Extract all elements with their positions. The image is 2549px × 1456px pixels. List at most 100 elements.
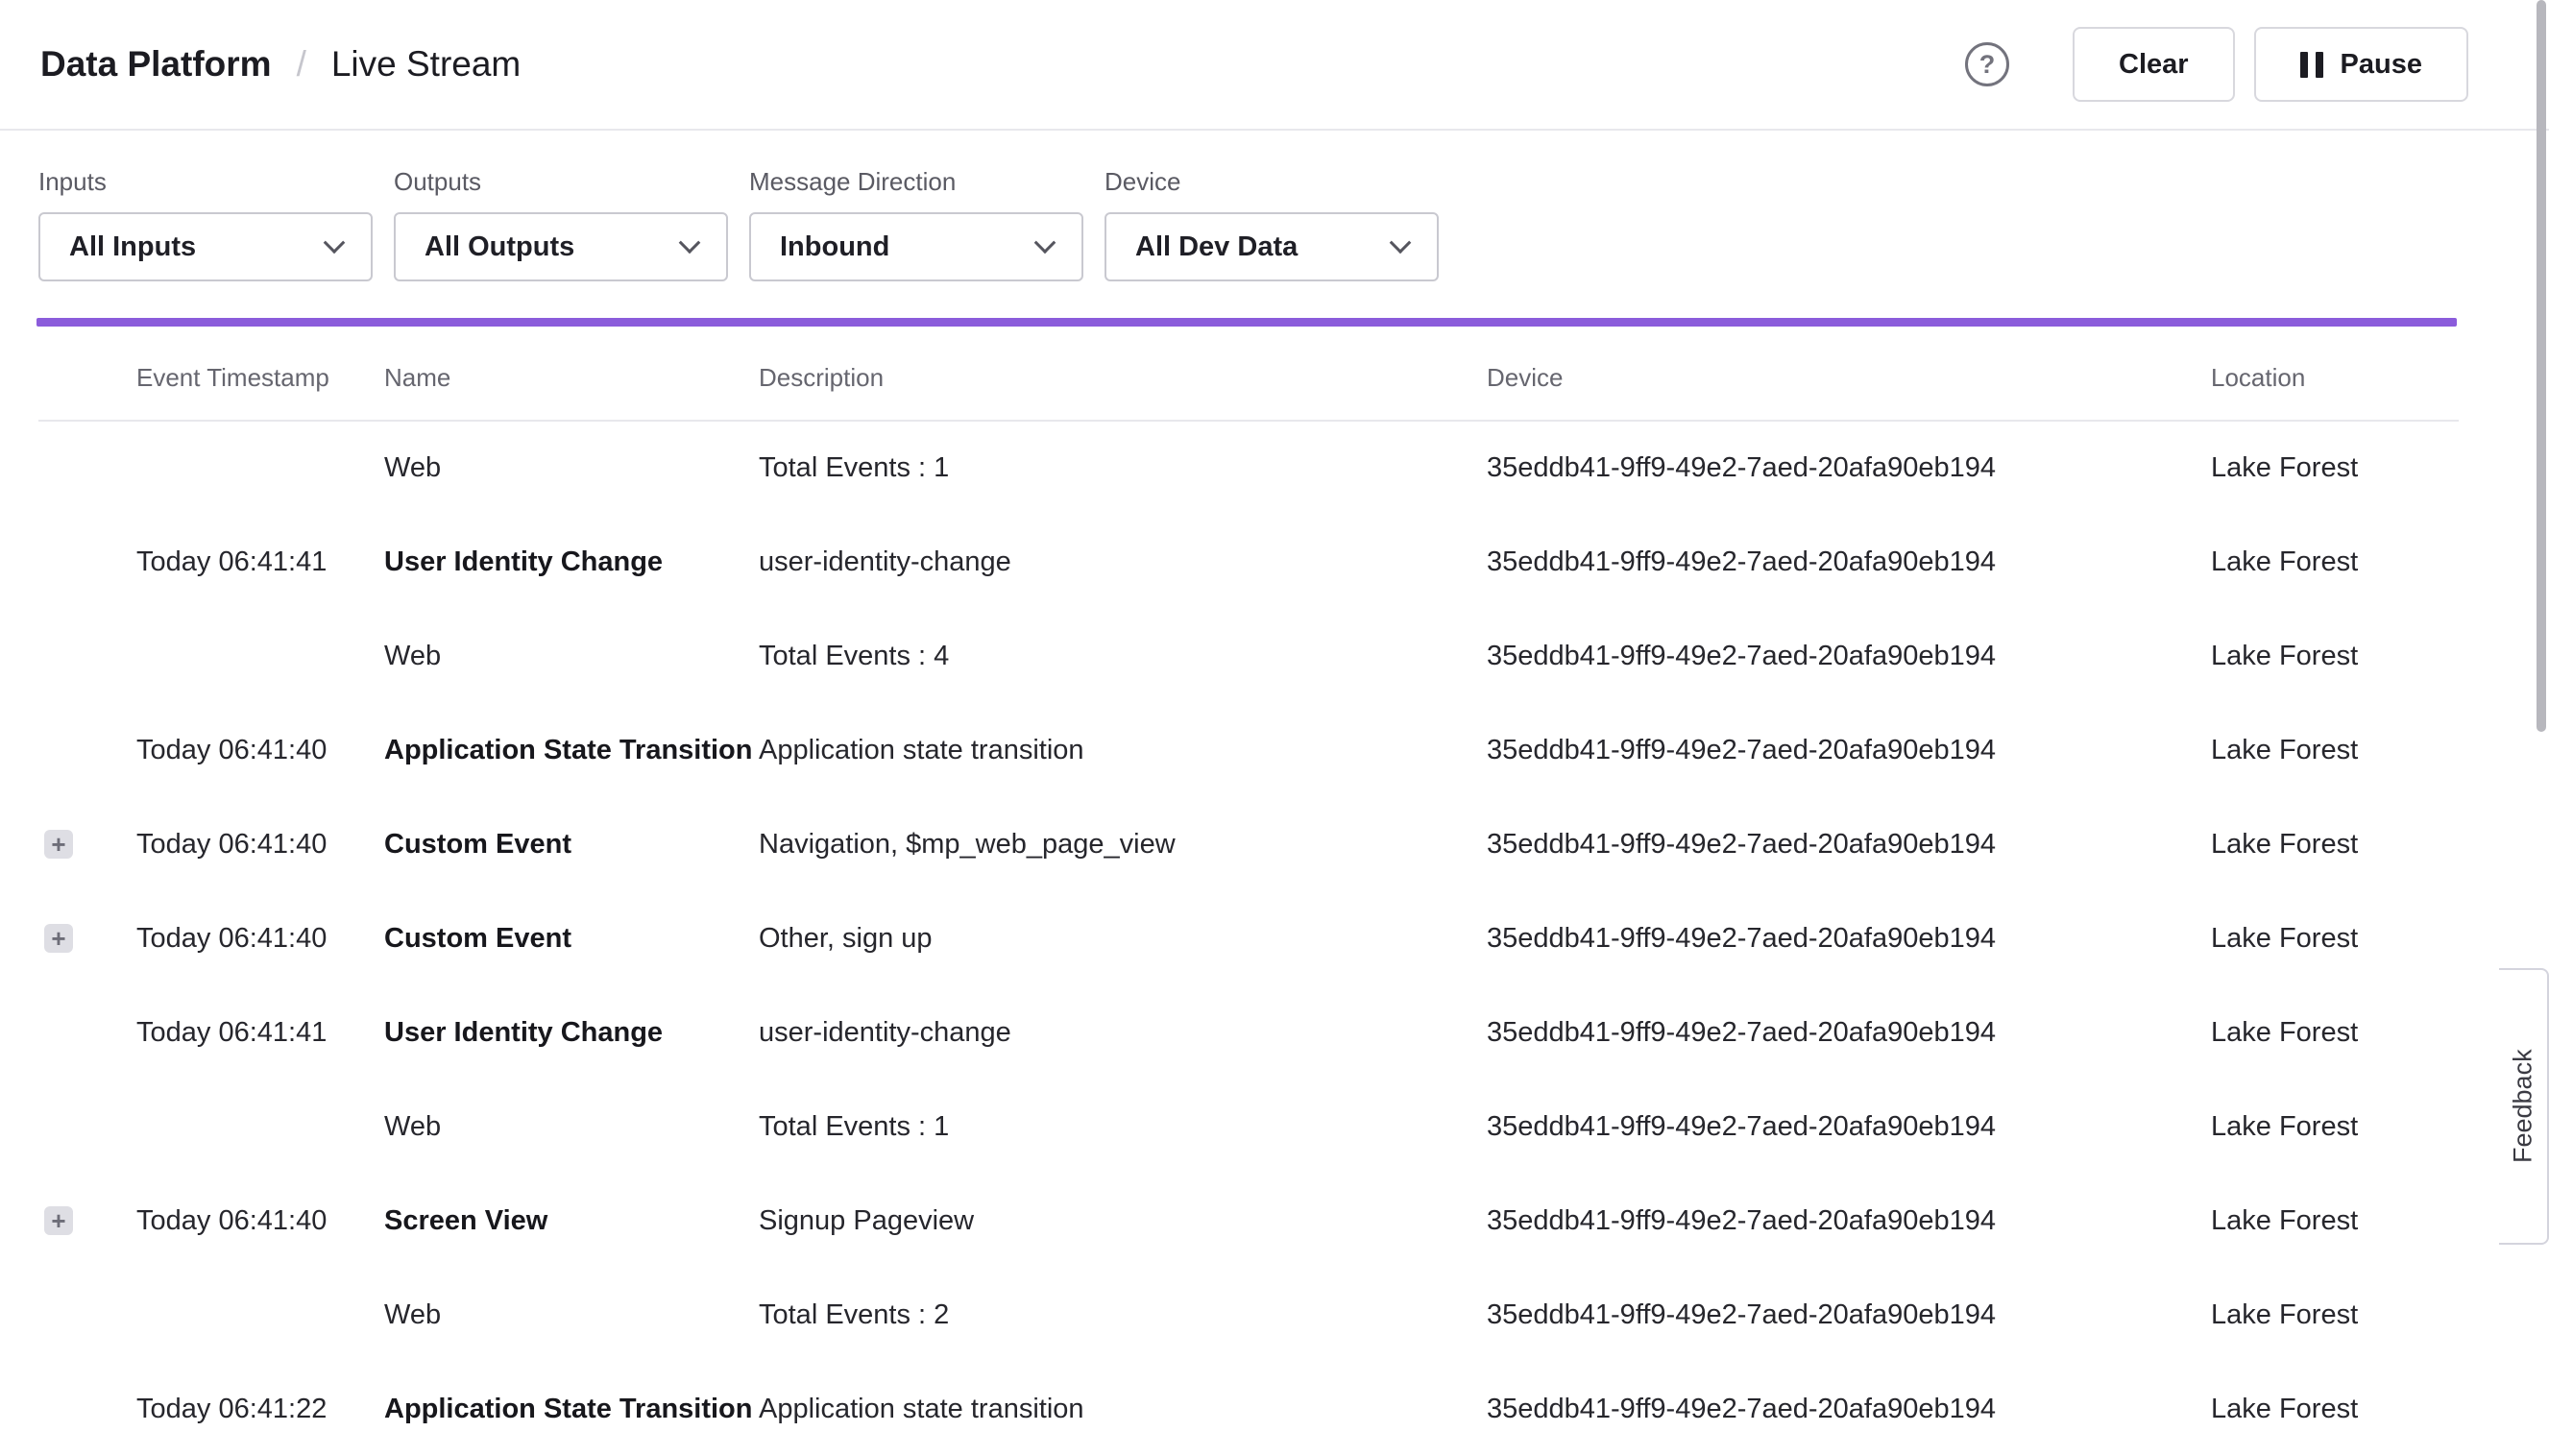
event-name: Web bbox=[384, 1080, 759, 1174]
event-timestamp bbox=[136, 421, 384, 515]
expand-row-icon[interactable]: + bbox=[44, 924, 73, 953]
event-description: Total Events : 4 bbox=[759, 609, 1487, 703]
event-location: Lake Forest bbox=[2211, 609, 2459, 703]
event-table-body: WebTotal Events : 135eddb41-9ff9-49e2-7a… bbox=[38, 421, 2459, 1456]
filter-message-direction-label: Message Direction bbox=[749, 167, 1083, 197]
event-description: Total Events : 2 bbox=[759, 1268, 1487, 1362]
device-id: 35eddb41-9ff9-49e2-7aed-20afa90eb194 bbox=[1487, 1174, 2211, 1268]
table-header: Event Timestamp Name Description Device … bbox=[38, 327, 2459, 421]
pause-button[interactable]: Pause bbox=[2254, 27, 2468, 102]
expand-cell bbox=[38, 1268, 136, 1362]
column-header-name: Name bbox=[384, 327, 759, 421]
event-name: Screen View bbox=[384, 1174, 759, 1268]
event-timestamp bbox=[136, 1080, 384, 1174]
message-direction-select[interactable]: Inbound bbox=[749, 212, 1083, 281]
expand-cell: + bbox=[38, 797, 136, 891]
filter-message-direction: Message Direction Inbound bbox=[749, 167, 1083, 281]
event-timestamp: Today 06:41:41 bbox=[136, 985, 384, 1080]
device-id: 35eddb41-9ff9-49e2-7aed-20afa90eb194 bbox=[1487, 1268, 2211, 1362]
chevron-down-icon bbox=[1034, 231, 1056, 254]
event-description: Navigation, $mp_web_page_view bbox=[759, 797, 1487, 891]
event-timestamp bbox=[136, 609, 384, 703]
device-id: 35eddb41-9ff9-49e2-7aed-20afa90eb194 bbox=[1487, 609, 2211, 703]
event-name: User Identity Change bbox=[384, 985, 759, 1080]
table-row[interactable]: Today 06:41:41User Identity Changeuser-i… bbox=[38, 985, 2459, 1080]
expand-column-header bbox=[38, 327, 136, 421]
table-row[interactable]: WebTotal Events : 435eddb41-9ff9-49e2-7a… bbox=[38, 609, 2459, 703]
event-location: Lake Forest bbox=[2211, 1080, 2459, 1174]
filter-bar: Inputs All Inputs Outputs All Outputs Me… bbox=[0, 131, 2549, 281]
event-timestamp: Today 06:41:40 bbox=[136, 703, 384, 797]
event-timestamp: Today 06:41:40 bbox=[136, 1174, 384, 1268]
event-location: Lake Forest bbox=[2211, 421, 2459, 515]
event-description: Application state transition bbox=[759, 1362, 1487, 1456]
table-row[interactable]: Today 06:41:41User Identity Changeuser-i… bbox=[38, 515, 2459, 609]
table-row[interactable]: + Today 06:41:40Screen ViewSignup Pagevie… bbox=[38, 1174, 2459, 1268]
device-id: 35eddb41-9ff9-49e2-7aed-20afa90eb194 bbox=[1487, 797, 2211, 891]
event-location: Lake Forest bbox=[2211, 703, 2459, 797]
event-description: Application state transition bbox=[759, 703, 1487, 797]
page-title: Live Stream bbox=[331, 44, 521, 85]
expand-cell: + bbox=[38, 891, 136, 985]
device-select[interactable]: All Dev Data bbox=[1105, 212, 1439, 281]
event-name: Custom Event bbox=[384, 891, 759, 985]
event-description: Total Events : 1 bbox=[759, 1080, 1487, 1174]
event-description: Other, sign up bbox=[759, 891, 1487, 985]
device-id: 35eddb41-9ff9-49e2-7aed-20afa90eb194 bbox=[1487, 515, 2211, 609]
device-id: 35eddb41-9ff9-49e2-7aed-20afa90eb194 bbox=[1487, 421, 2211, 515]
event-name: Web bbox=[384, 609, 759, 703]
event-location: Lake Forest bbox=[2211, 1362, 2459, 1456]
scrollbar-thumb[interactable] bbox=[2537, 0, 2546, 732]
expand-cell bbox=[38, 609, 136, 703]
event-location: Lake Forest bbox=[2211, 1268, 2459, 1362]
breadcrumb[interactable]: Data Platform bbox=[40, 44, 272, 85]
event-description: Signup Pageview bbox=[759, 1174, 1487, 1268]
accent-divider bbox=[36, 318, 2457, 327]
device-id: 35eddb41-9ff9-49e2-7aed-20afa90eb194 bbox=[1487, 891, 2211, 985]
inputs-select-value: All Inputs bbox=[69, 231, 196, 263]
top-bar-actions: ? Clear Pause bbox=[1965, 27, 2468, 102]
filter-inputs-label: Inputs bbox=[38, 167, 373, 197]
event-location: Lake Forest bbox=[2211, 985, 2459, 1080]
expand-cell bbox=[38, 515, 136, 609]
breadcrumb-separator: / bbox=[297, 44, 306, 85]
event-timestamp: Today 06:41:40 bbox=[136, 797, 384, 891]
outputs-select-value: All Outputs bbox=[425, 231, 574, 263]
message-direction-select-value: Inbound bbox=[780, 231, 889, 263]
table-row[interactable]: + Today 06:41:40Custom EventOther, sign u… bbox=[38, 891, 2459, 985]
column-header-description: Description bbox=[759, 327, 1487, 421]
event-timestamp: Today 06:41:40 bbox=[136, 891, 384, 985]
table-row[interactable]: + Today 06:41:40Custom EventNavigation, $… bbox=[38, 797, 2459, 891]
expand-cell bbox=[38, 985, 136, 1080]
table-row[interactable]: WebTotal Events : 135eddb41-9ff9-49e2-7a… bbox=[38, 1080, 2459, 1174]
table-row[interactable]: WebTotal Events : 135eddb41-9ff9-49e2-7a… bbox=[38, 421, 2459, 515]
inputs-select[interactable]: All Inputs bbox=[38, 212, 373, 281]
clear-button[interactable]: Clear bbox=[2073, 27, 2235, 102]
event-name: Custom Event bbox=[384, 797, 759, 891]
device-select-value: All Dev Data bbox=[1135, 231, 1298, 263]
column-header-timestamp: Event Timestamp bbox=[136, 327, 384, 421]
clear-button-label: Clear bbox=[2119, 49, 2189, 81]
help-icon[interactable]: ? bbox=[1965, 42, 2009, 86]
filter-device-label: Device bbox=[1105, 167, 1439, 197]
column-header-location: Location bbox=[2211, 327, 2459, 421]
filter-device: Device All Dev Data bbox=[1105, 167, 1439, 281]
scrollbar-track[interactable] bbox=[2534, 0, 2549, 1427]
expand-row-icon[interactable]: + bbox=[44, 830, 73, 859]
event-description: Total Events : 1 bbox=[759, 421, 1487, 515]
device-id: 35eddb41-9ff9-49e2-7aed-20afa90eb194 bbox=[1487, 1080, 2211, 1174]
filter-inputs: Inputs All Inputs bbox=[38, 167, 373, 281]
table-row[interactable]: Today 06:41:40Application State Transiti… bbox=[38, 703, 2459, 797]
event-timestamp: Today 06:41:22 bbox=[136, 1362, 384, 1456]
outputs-select[interactable]: All Outputs bbox=[394, 212, 728, 281]
pause-button-label: Pause bbox=[2341, 49, 2422, 81]
filter-outputs-label: Outputs bbox=[394, 167, 728, 197]
event-name: Application State Transition bbox=[384, 703, 759, 797]
table-row[interactable]: WebTotal Events : 235eddb41-9ff9-49e2-7a… bbox=[38, 1268, 2459, 1362]
table-row[interactable]: Today 06:41:22Application State Transiti… bbox=[38, 1362, 2459, 1456]
top-bar: Data Platform / Live Stream ? Clear Paus… bbox=[0, 0, 2549, 131]
filter-outputs: Outputs All Outputs bbox=[394, 167, 728, 281]
chevron-down-icon bbox=[1390, 231, 1412, 254]
expand-row-icon[interactable]: + bbox=[44, 1206, 73, 1235]
device-id: 35eddb41-9ff9-49e2-7aed-20afa90eb194 bbox=[1487, 703, 2211, 797]
